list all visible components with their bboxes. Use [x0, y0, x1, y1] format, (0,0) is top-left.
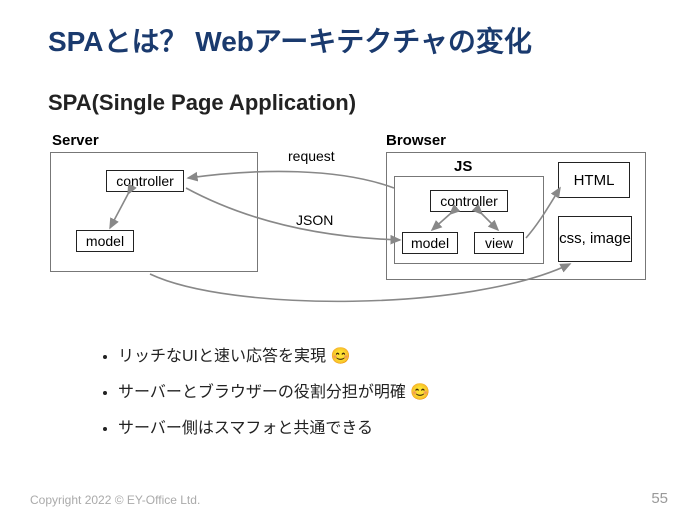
- smile-icon: 😊: [410, 384, 430, 401]
- bullet-list: リッチなUIと速い応答を実現 😊 サーバーとブラウザーの役割分担が明確 😊 サー…: [118, 342, 650, 438]
- request-label: request: [288, 148, 335, 164]
- bullet-text: サーバーとブラウザーの役割分担が明確: [118, 384, 406, 401]
- page-title: SPAとは？ Webアーキテクチャの変化: [48, 20, 650, 60]
- smile-icon: 😊: [330, 348, 350, 365]
- list-item: サーバー側はスマフォと共通できる: [118, 414, 650, 438]
- browser-label: Browser: [386, 132, 446, 149]
- page-number: 55: [651, 490, 668, 507]
- page-subtitle: SPA(Single Page Application): [48, 90, 650, 116]
- copyright-footer: Copyright 2022 © EY-Office Ltd.: [30, 493, 200, 507]
- browser-view-box: view: [474, 232, 524, 254]
- server-controller-box: controller: [106, 170, 184, 192]
- list-item: サーバーとブラウザーの役割分担が明確 😊: [118, 378, 650, 402]
- list-item: リッチなUIと速い応答を実現 😊: [118, 342, 650, 366]
- html-box: HTML: [558, 162, 630, 198]
- spa-diagram: Server Browser controller model JS contr…: [50, 132, 650, 322]
- json-label: JSON: [296, 212, 333, 228]
- server-model-box: model: [76, 230, 134, 252]
- css-image-box: css, image: [558, 216, 632, 262]
- server-label: Server: [52, 132, 99, 149]
- js-label: JS: [454, 158, 472, 175]
- browser-controller-box: controller: [430, 190, 508, 212]
- browser-model-box: model: [402, 232, 458, 254]
- bullet-text: リッチなUIと速い応答を実現: [118, 348, 326, 365]
- bullet-text: サーバー側はスマフォと共通できる: [118, 420, 373, 437]
